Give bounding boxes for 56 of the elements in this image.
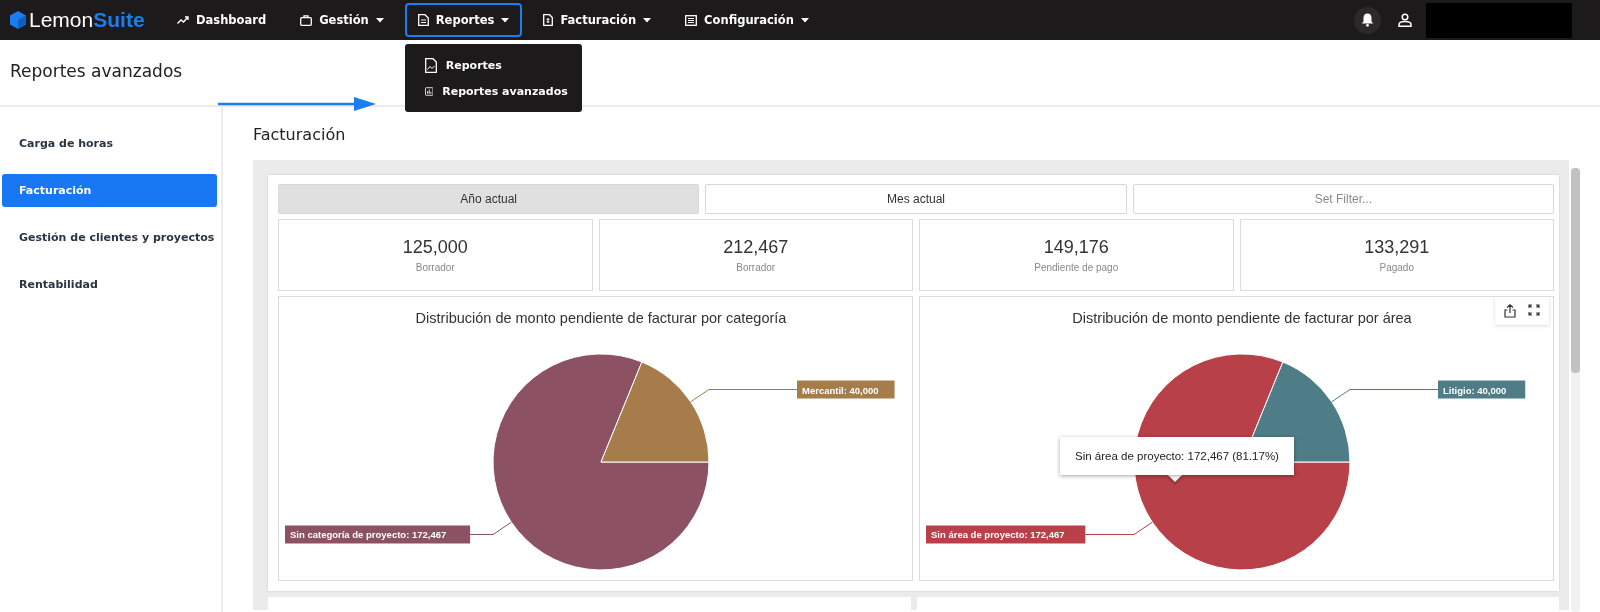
chart-title: Distribución de monto pendiente de facturar por área [1072,310,1412,326]
nav-menu-item[interactable]: Facturación [530,3,665,37]
data-label: Sin área de proyecto: 172,467 [931,529,1065,541]
bar-chart-icon [424,85,434,98]
filter-field[interactable]: Set Filter... [1132,184,1554,214]
slice-label: Sin categoría de proyecto: 172,467 [285,525,471,544]
image-document-icon [424,58,437,73]
kpi-label: Pendiente de pago [1034,262,1119,273]
leader-line [1084,521,1153,535]
nav-menu-item[interactable]: Dashboard [164,3,280,37]
nav-menu-item[interactable]: Reportes [404,3,523,37]
trend-line-icon [177,15,189,25]
document-icon [417,14,429,26]
kpi-label: Borrador [415,262,455,273]
dropdown-item[interactable]: Reportes avanzados [404,79,582,104]
dropdown-item[interactable]: Reportes [404,52,582,79]
invoice-icon [543,14,554,26]
kpi-label: Pagado [1379,262,1414,273]
share-button[interactable] [1501,301,1519,321]
kpi-value: 149,176 [1043,237,1109,258]
leader-line [469,521,512,535]
sidebar-item[interactable]: Carga de horas [2,127,217,160]
chart-tooltip: Sin área de proyecto: 172,467 (81.17%) [1060,437,1294,475]
slice-label: Mercantil: 40,000 [797,380,895,399]
kpi-value: 125,000 [402,237,468,258]
list-icon [685,14,698,26]
pie-slice[interactable] [492,353,710,571]
scrollbar[interactable] [1571,168,1580,612]
expand-icon [1528,304,1540,316]
notifications-button[interactable] [1354,6,1381,34]
sidebar-item[interactable]: Gestión de clientes y proyectos [2,221,217,254]
user-button[interactable] [1396,11,1414,29]
sidebar-item[interactable]: Rentabilidad [2,268,217,301]
sidebar-item[interactable]: Facturación [2,174,217,207]
share-icon [1504,304,1516,318]
briefcase-icon [300,14,313,26]
kpi-label: Borrador [736,262,776,273]
period-toggle[interactable]: Mes actual [705,184,1127,214]
slice-label: Litigio: 40,000 [1438,380,1526,399]
data-label: Litigio: 40,000 [1443,384,1507,396]
data-label: Sin categoría de proyecto: 172,467 [290,529,447,541]
kpi-value: 133,291 [1364,237,1430,258]
nav-menu-item[interactable]: Gestión [287,3,397,37]
slice-label: Sin área de proyecto: 172,467 [926,525,1086,544]
section-title: Facturación [253,125,347,144]
user-icon [1398,13,1412,27]
chart-title: Distribución de monto pendiente de facturar por categoría [415,310,787,326]
page-title: Reportes avanzados [10,60,183,83]
period-toggle[interactable]: Año actual [278,184,700,214]
bell-icon [1361,13,1374,27]
nav-menu-item[interactable]: Configuración [672,3,822,37]
pie-slice[interactable] [600,361,710,463]
kpi-value: 212,467 [723,237,789,258]
logo[interactable]: LemonSuite [10,8,160,32]
logo-hexagon-icon [10,11,26,29]
data-label: Mercantil: 40,000 [802,384,879,396]
